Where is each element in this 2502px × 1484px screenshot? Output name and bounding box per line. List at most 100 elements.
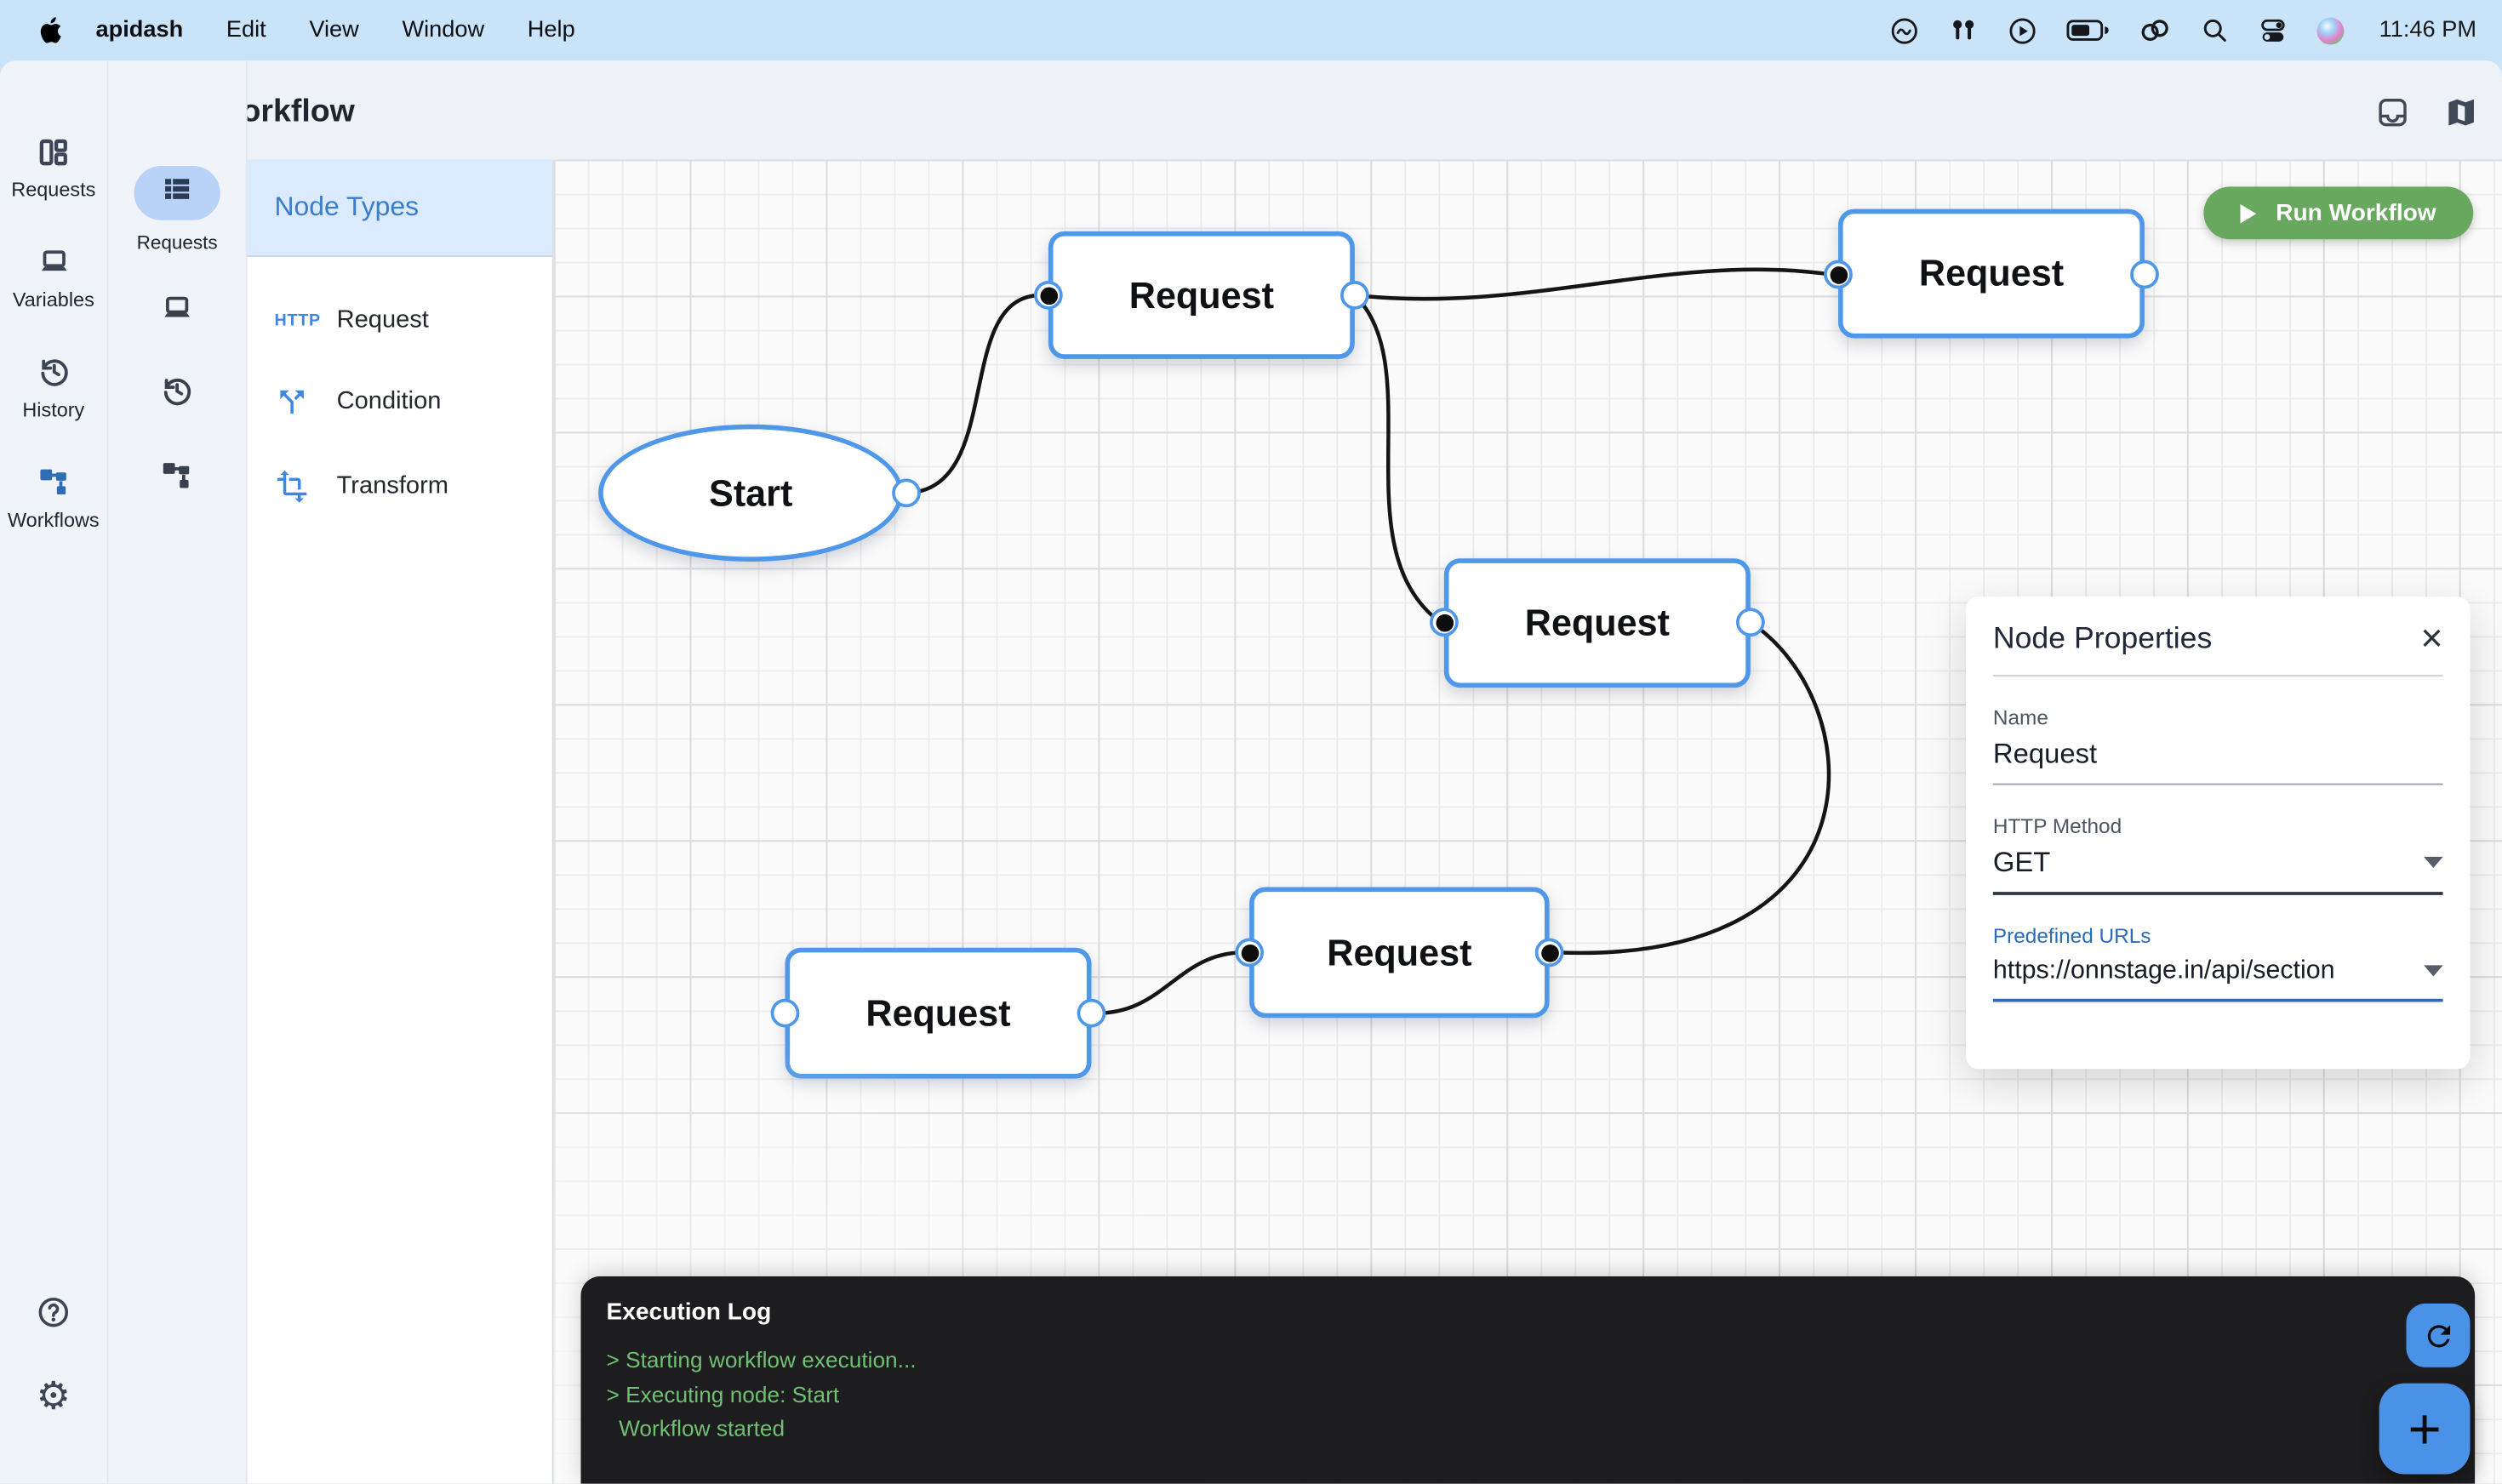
map-icon[interactable]: [2445, 96, 2478, 129]
field-http-method: HTTP Method GET: [1993, 813, 2443, 895]
workflow-canvas[interactable]: Start Request Request Request Request Request…: [554, 160, 2502, 1484]
link-icon[interactable]: [2139, 16, 2172, 45]
node-port-request-5[interactable]: [1077, 999, 1106, 1028]
tool-rail-laptop-icon[interactable]: [160, 292, 195, 332]
name-input[interactable]: Request: [1993, 737, 2443, 785]
sidebar-item-label: Workflows: [8, 509, 100, 531]
workflow-icon: [36, 465, 71, 499]
control-center-icon[interactable]: [2258, 17, 2288, 44]
log-line: > Executing node: Start: [607, 1378, 2450, 1412]
siri-orb: [2317, 17, 2345, 44]
siri-icon[interactable]: [2317, 17, 2345, 44]
workflow-node-request-3[interactable]: Request: [1444, 558, 1751, 688]
log-line: Workflow started: [607, 1412, 2450, 1446]
sidebar-item-label: Requests: [11, 179, 95, 201]
node-type-label: Transform: [337, 472, 448, 501]
node-type-transform[interactable]: Transform: [248, 469, 552, 504]
nav-sidebar: Requests Variables History Workflows ⚙: [0, 60, 109, 1484]
menu-item-window[interactable]: Window: [402, 18, 484, 43]
menu-item-help[interactable]: Help: [528, 18, 575, 43]
play-circle-icon[interactable]: [2008, 15, 2038, 46]
properties-title: Node Properties: [1993, 622, 2212, 657]
history-icon: [36, 354, 71, 389]
node-types-panel: Node Types HTTP Request Condition Transform: [248, 160, 554, 1484]
http-icon: HTTP: [275, 311, 323, 331]
edge-start-to-request-1: [906, 295, 1041, 494]
table-icon: [163, 177, 191, 209]
workflow-node-request-2[interactable]: Request: [1838, 209, 2145, 339]
app-window: New Workflow RequestsVariablesHistoryWor…: [0, 60, 2502, 1484]
play-icon: [2241, 203, 2257, 223]
node-port-request-1[interactable]: [1034, 281, 1063, 310]
field-name-label: Name: [1993, 705, 2443, 729]
workflow-node-request-1[interactable]: Request: [1048, 231, 1355, 359]
menu-item-view[interactable]: View: [309, 18, 358, 43]
workflow-node-label: Request: [1129, 274, 1274, 317]
workflow-node-request-5[interactable]: Request: [785, 948, 1092, 1079]
search-icon[interactable]: [2201, 16, 2230, 45]
node-port-request-2[interactable]: [2130, 260, 2159, 289]
laptop-icon: [36, 244, 71, 279]
tool-rail: Requests: [109, 60, 248, 1484]
workflow-node-request-4[interactable]: Request: [1249, 888, 1550, 1019]
dashboard-icon: [37, 134, 70, 169]
node-type-condition[interactable]: Condition: [248, 385, 552, 420]
workflow-node-label: Request: [865, 991, 1010, 1035]
settings-gear-icon[interactable]: ⚙: [0, 1373, 107, 1419]
execution-log-title: Execution Log: [607, 1298, 2450, 1326]
node-type-label: Request: [337, 306, 429, 335]
field-predefined-urls: Predefined URLs https://onnstage.in/api/…: [1993, 924, 2443, 1002]
node-port-request-2[interactable]: [1824, 260, 1853, 289]
workflow-node-label: Request: [1327, 931, 1471, 974]
sidebar-item-requests[interactable]: Requests: [0, 134, 107, 202]
tool-rail-item-requests[interactable]: Requests: [109, 166, 246, 254]
http-method-select[interactable]: GET: [1993, 846, 2443, 895]
node-port-request-3[interactable]: [1430, 608, 1459, 636]
log-line: > Starting workflow execution...: [607, 1344, 2450, 1378]
workflow-node-start[interactable]: Start: [598, 425, 903, 562]
node-port-request-5[interactable]: [771, 999, 800, 1028]
node-port-request-4[interactable]: [1235, 939, 1264, 967]
run-workflow-button[interactable]: Run Workflow: [2203, 186, 2473, 239]
node-types-header: Node Types: [248, 160, 552, 257]
add-node-button[interactable]: +: [2379, 1384, 2471, 1475]
workflow-node-label: Request: [1919, 252, 2064, 295]
apple-menu-icon[interactable]: [38, 16, 64, 45]
http-method-label: HTTP Method: [1993, 813, 2443, 837]
node-properties-panel: Node Properties × Name Request HTTP Meth…: [1966, 596, 2471, 1069]
active-pill: [134, 166, 220, 220]
menu-item-edit[interactable]: Edit: [226, 18, 266, 43]
edge-request-1-to-request-3: [1355, 295, 1437, 619]
menu-bar-clock[interactable]: 11:46 PM: [2379, 18, 2476, 43]
chevron-down-icon: [2424, 857, 2443, 868]
condition-icon: [275, 385, 323, 420]
help-icon[interactable]: [0, 1294, 107, 1331]
node-type-request[interactable]: HTTP Request: [248, 306, 552, 335]
macos-menu-bar: apidash Edit View Window Help 11:46 PM: [0, 0, 2502, 60]
tray-icon[interactable]: [2376, 96, 2409, 129]
edge-request-5-to-request-4: [1092, 952, 1242, 1013]
creative-cloud-icon[interactable]: [1889, 15, 1920, 46]
menu-app-name[interactable]: apidash: [96, 18, 184, 43]
tool-rail-workflow-icon[interactable]: [160, 458, 195, 501]
sidebar-item-history[interactable]: History: [0, 354, 107, 421]
run-workflow-label: Run Workflow: [2276, 199, 2436, 226]
screen: apidash EditViewWindowHelp 11:46 PM New …: [0, 0, 2502, 1484]
tool-rail-item-label: Requests: [137, 231, 218, 254]
battery-icon[interactable]: [2066, 20, 2110, 42]
sidebar-item-workflows[interactable]: Workflows: [0, 465, 107, 532]
divider: [1993, 675, 2443, 676]
node-port-request-4[interactable]: [1535, 939, 1564, 967]
close-icon[interactable]: ×: [2420, 624, 2442, 656]
predefined-urls-select[interactable]: https://onnstage.in/api/section: [1993, 956, 2443, 1002]
sidebar-item-variables[interactable]: Variables: [0, 244, 107, 311]
node-port-start[interactable]: [892, 479, 921, 508]
airpods-icon[interactable]: [1948, 15, 1979, 46]
edge-request-1-to-request-2: [1355, 270, 1831, 300]
refresh-button[interactable]: [2407, 1304, 2471, 1367]
tool-rail-history-icon[interactable]: [160, 374, 195, 417]
node-port-request-1[interactable]: [1340, 281, 1369, 310]
node-port-request-3[interactable]: [1736, 608, 1765, 636]
sidebar-item-label: Variables: [13, 288, 94, 311]
field-name: Name Request: [1993, 705, 2443, 785]
